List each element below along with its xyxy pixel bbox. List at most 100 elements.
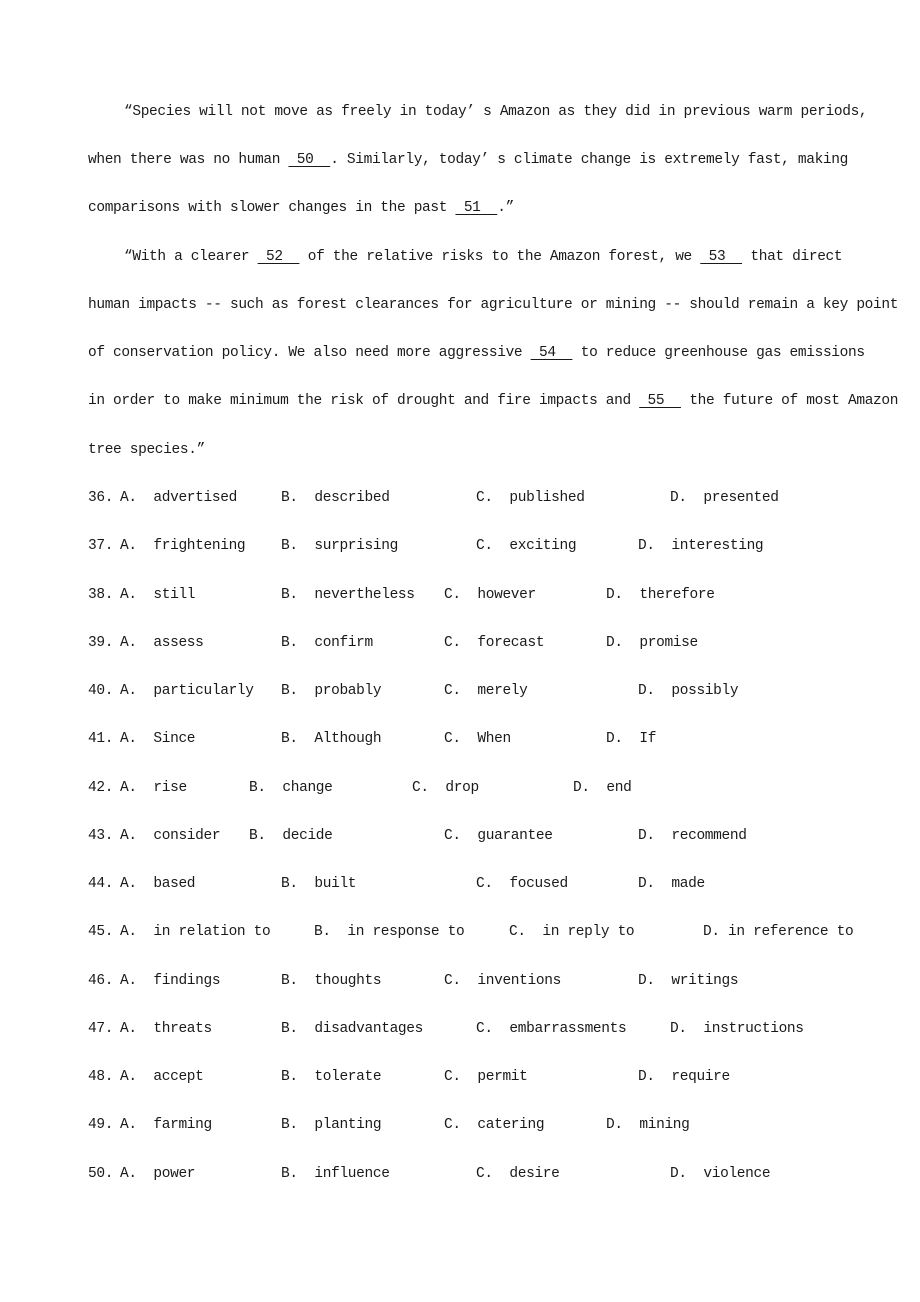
option-c: C. catering (444, 1117, 545, 1134)
option-a: A. still (120, 586, 196, 603)
option-b: B. planting (281, 1117, 382, 1134)
question-number: 43. (88, 827, 114, 844)
option-d: D. possibly (638, 683, 739, 699)
option-b: B. surprising (281, 538, 398, 555)
question-number: 41. (88, 731, 114, 748)
option-c: C. in reply to (509, 924, 635, 941)
passage-text: of the relative risks to the Amazon fore… (299, 249, 701, 265)
question-number: 40. (88, 683, 114, 699)
option-b: B. Although (281, 731, 382, 748)
question-number: 36. (88, 490, 114, 506)
option-a: A. farming (120, 1117, 212, 1134)
option-c: C. inventions (444, 972, 561, 989)
option-a: A. Since (120, 731, 196, 748)
option-a: A. rise (120, 779, 187, 796)
option-a: A. in relation to (120, 924, 271, 941)
passage-text: “Species will not move as freely in toda… (124, 104, 868, 120)
option-b: B. disadvantages (281, 1020, 423, 1037)
question-number: 45. (88, 924, 114, 941)
question-number: 47. (88, 1020, 114, 1037)
blank-51: 51 (455, 200, 498, 216)
passage-text: “With a clearer (124, 249, 258, 265)
option-a: A. power (120, 1165, 196, 1182)
passage-text: when there was no human (88, 152, 289, 168)
passage-text: human impacts -- such as forest clearanc… (88, 297, 899, 313)
passage-text: the future of most Amazon (680, 393, 899, 409)
option-b: B. probably (281, 683, 382, 699)
passage-p2-line3: of conservation policy. We also need mor… (88, 343, 865, 363)
passage-p1-line2: when there was no human 50 . Similarly, … (88, 150, 848, 170)
question-number: 42. (88, 779, 114, 796)
passage-text: of conservation policy. We also need mor… (88, 345, 531, 361)
passage-p2-line2: human impacts -- such as forest clearanc… (88, 295, 898, 315)
blank-53: 53 (700, 249, 743, 265)
option-b: B. influence (281, 1165, 390, 1182)
blank-55: 55 (639, 393, 681, 409)
option-a: A. based (120, 876, 196, 892)
option-c: C. permit (444, 1069, 528, 1085)
option-d: D. made (638, 876, 705, 892)
option-d: D. presented (670, 490, 779, 506)
option-d: D. mining (606, 1117, 690, 1134)
question-number: 38. (88, 586, 114, 603)
option-d: D. therefore (606, 586, 715, 603)
option-d: D. end (573, 779, 632, 796)
option-c: C. focused (476, 876, 568, 892)
option-a: A. particularly (120, 683, 254, 699)
passage-text: in order to make minimum the risk of dro… (88, 393, 640, 409)
document-page: “Species will not move as freely in toda… (0, 0, 920, 1302)
option-a: A. consider (120, 827, 221, 844)
option-b: B. nevertheless (281, 586, 415, 603)
passage-text: to reduce greenhouse gas emissions (572, 345, 865, 361)
option-c: C. forecast (444, 634, 545, 651)
blank-54: 54 (530, 345, 573, 361)
option-c: C. When (444, 731, 511, 748)
option-c: C. published (476, 490, 585, 506)
option-b: B. in response to (314, 924, 465, 941)
option-b: B. built (281, 876, 357, 892)
option-c: C. guarantee (444, 827, 553, 844)
option-c: C. embarrassments (476, 1020, 627, 1037)
option-d: D. violence (670, 1165, 771, 1182)
passage-p2-line1: “With a clearer 52 of the relative risks… (124, 247, 843, 267)
option-a: A. accept (120, 1069, 204, 1085)
question-number: 49. (88, 1117, 114, 1134)
option-c: C. exciting (476, 538, 577, 555)
passage-p1-line1: “Species will not move as freely in toda… (124, 102, 868, 122)
option-b: B. change (249, 779, 333, 796)
option-d: D. If (606, 731, 657, 748)
blank-50: 50 (288, 152, 331, 168)
passage-text: that direct (742, 249, 843, 265)
option-d: D. require (638, 1069, 730, 1085)
option-c: C. merely (444, 683, 528, 699)
question-number: 39. (88, 634, 114, 651)
passage-p2-line5: tree species.” (88, 440, 205, 460)
option-a: A. frightening (120, 538, 246, 555)
option-d: D. promise (606, 634, 698, 651)
option-c: C. however (444, 586, 536, 603)
question-number: 50. (88, 1165, 114, 1182)
option-b: B. decide (249, 827, 333, 844)
passage-text: . Similarly, today’ s climate change is … (330, 152, 848, 168)
option-d: D. recommend (638, 827, 747, 844)
blank-52: 52 (257, 249, 300, 265)
passage-text: .” (497, 200, 514, 216)
option-b: B. described (281, 490, 390, 506)
question-number: 46. (88, 972, 114, 989)
option-b: B. tolerate (281, 1069, 382, 1085)
passage-text: tree species.” (88, 442, 205, 458)
passage-p2-line4: in order to make minimum the risk of dro… (88, 391, 898, 411)
option-c: C. desire (476, 1165, 560, 1182)
passage-p1-line3: comparisons with slower changes in the p… (88, 198, 514, 218)
option-c: C. drop (412, 779, 479, 796)
option-d: D. in reference to (703, 924, 854, 941)
option-b: B. confirm (281, 634, 373, 651)
option-a: A. advertised (120, 490, 237, 506)
question-number: 44. (88, 876, 114, 892)
question-number: 37. (88, 538, 114, 555)
passage-text: comparisons with slower changes in the p… (88, 200, 456, 216)
option-d: D. interesting (638, 538, 764, 555)
option-d: D. instructions (670, 1020, 804, 1037)
question-number: 48. (88, 1069, 114, 1085)
option-a: A. threats (120, 1020, 212, 1037)
